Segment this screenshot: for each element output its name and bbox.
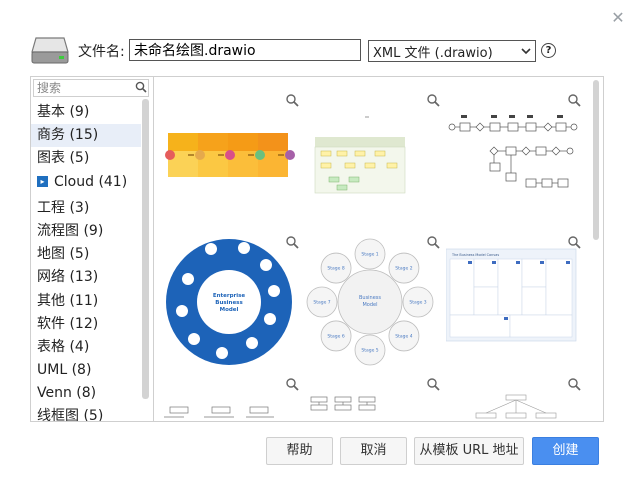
category-item[interactable]: 其他 (11) [31, 290, 141, 313]
template-gallery: Enterprise Business Model Business Model… [155, 77, 603, 421]
drive-icon [30, 34, 70, 66]
zoom-icon[interactable] [567, 93, 581, 107]
zoom-icon[interactable] [285, 377, 299, 391]
create-button[interactable]: 创建 [532, 437, 599, 465]
zoom-icon[interactable] [285, 93, 299, 107]
category-label: Cloud (41) [54, 173, 128, 190]
zoom-icon[interactable] [426, 93, 440, 107]
zoom-icon[interactable] [567, 377, 581, 391]
category-item[interactable]: 商务 (15) [31, 124, 141, 148]
stage-label: Stage 8 [327, 266, 344, 272]
template-thumbnail[interactable] [164, 377, 299, 421]
zoom-icon[interactable] [285, 235, 299, 249]
format-select-value: XML 文件 (.drawio) [373, 45, 493, 61]
template-thumbnail[interactable] [305, 93, 440, 228]
category-item[interactable]: ▸ Cloud (41) [31, 171, 141, 194]
filename-input[interactable] [129, 39, 361, 61]
category-label: 网络 (13) [37, 269, 99, 286]
stage-label: Stage 4 [395, 333, 412, 339]
category-label: 地图 (5) [37, 246, 90, 263]
category-list: 基本 (9) 商务 (15) 图表 (5) ▸ Cloud (41) 工程 (3) 流程图 … [31, 101, 141, 421]
template-thumbnail[interactable]: Enterprise Business Model [164, 235, 299, 370]
category-item[interactable]: 表格 (4) [31, 336, 141, 359]
stages-center-line1: Business [359, 295, 381, 301]
stage-label: Stage 5 [361, 348, 378, 354]
question-circle-icon[interactable]: ? [541, 43, 556, 58]
stage-label: Stage 1 [361, 252, 378, 258]
category-label: 商务 (15) [37, 127, 99, 144]
category-sidebar: 搜索 基本 (9) 商务 (15) 图表 (5) ▸ Cloud (41) 工程 (3) 流… [31, 77, 154, 421]
category-label: 线框图 (5) [37, 408, 104, 421]
zoom-icon[interactable] [426, 377, 440, 391]
stage-label: Stage 2 [395, 266, 412, 272]
enterprise-title-line2: Business [215, 300, 243, 306]
category-label: 软件 (12) [37, 315, 99, 332]
category-label: 基本 (9) [37, 104, 90, 120]
category-item[interactable]: 线框图 (5) [31, 405, 141, 421]
cancel-button[interactable]: 取消 [340, 437, 407, 465]
category-item[interactable]: 基本 (9) [31, 101, 141, 124]
category-label: 流程图 (9) [37, 222, 104, 239]
help-button[interactable]: 帮助 [266, 437, 333, 465]
template-thumbnail[interactable] [164, 93, 299, 228]
category-item[interactable]: 软件 (12) [31, 313, 141, 336]
category-item[interactable]: 工程 (3) [31, 197, 141, 220]
category-label: 图表 (5) [37, 150, 90, 167]
template-thumbnail[interactable] [446, 377, 581, 421]
filename-label: 文件名: [78, 44, 125, 60]
search-icon[interactable] [135, 81, 147, 93]
enterprise-title-line3: Model [220, 307, 239, 313]
search-input[interactable]: 搜索 [33, 79, 149, 97]
enterprise-title-line1: Enterprise [213, 293, 246, 299]
from-url-button[interactable]: 从模板 URL 地址 [414, 437, 524, 465]
template-thumbnail[interactable]: The Business Model Canvas [445, 235, 581, 370]
category-label: Venn (8) [37, 385, 97, 402]
canvas-title: The Business Model Canvas [451, 253, 499, 257]
zoom-icon[interactable] [567, 235, 581, 249]
stage-label: Stage 3 [409, 300, 426, 306]
sidebar-scrollbar[interactable] [142, 99, 149, 399]
stage-label: Stage 6 [327, 333, 344, 339]
chevron-down-icon [521, 48, 531, 55]
zoom-icon[interactable] [426, 235, 440, 249]
category-item[interactable]: UML (8) [31, 359, 141, 382]
close-icon[interactable]: ✕ [610, 10, 626, 26]
format-select[interactable]: XML 文件 (.drawio) [368, 40, 536, 62]
expand-arrow-icon[interactable]: ▸ [37, 176, 48, 188]
category-label: 表格 (4) [37, 338, 90, 355]
category-item[interactable]: 网络 (13) [31, 266, 141, 289]
stage-label: Stage 7 [313, 300, 330, 306]
template-thumbnail[interactable]: Business Model Stage 1 Stage 2 Stage 3 Stag… [305, 235, 440, 370]
template-thumbnail[interactable] [446, 93, 581, 228]
category-item[interactable]: Venn (8) [31, 382, 141, 405]
stages-center-line2: Model [362, 302, 377, 308]
category-label: 其他 (11) [37, 292, 99, 309]
category-label: 工程 (3) [37, 199, 90, 216]
category-item[interactable]: 图表 (5) [31, 147, 141, 170]
category-label: UML (8) [37, 362, 92, 379]
category-item[interactable]: 流程图 (9) [31, 220, 141, 243]
category-item[interactable]: 地图 (5) [31, 243, 141, 266]
template-thumbnail[interactable] [305, 377, 440, 421]
